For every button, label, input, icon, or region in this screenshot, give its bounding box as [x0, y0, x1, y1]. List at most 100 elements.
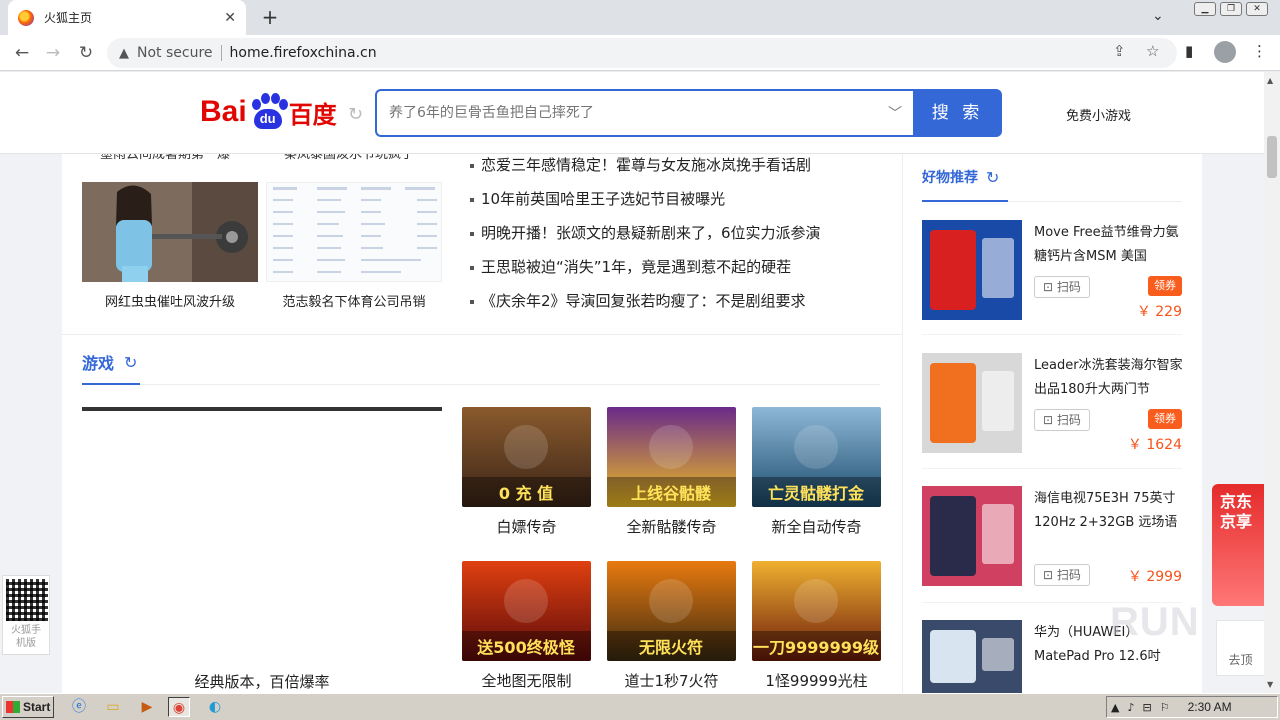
- headline-text[interactable]: 《庆余年2》导演回复张若昀瘦了：不是剧组要求: [481, 290, 806, 312]
- game-tile[interactable]: 亡灵骷髅打金: [752, 407, 881, 507]
- game-caption[interactable]: 1怪99999光柱: [752, 670, 881, 691]
- tab-title: 火狐主页: [44, 11, 93, 25]
- news-thumbnail[interactable]: [266, 182, 442, 282]
- news-headline[interactable]: 10年前英国哈里王子选妃节目被曝光: [470, 188, 821, 222]
- headline-text[interactable]: 恋爱三年感情稳定！霍尊与女友施冰岚挽手看话剧: [481, 154, 811, 176]
- news-thumbnail[interactable]: [82, 182, 258, 282]
- scan-button[interactable]: ⊡ 扫码: [1034, 276, 1090, 298]
- game-caption[interactable]: 道士1秒7火符: [607, 670, 736, 691]
- game-caption[interactable]: 全地图无限制: [462, 670, 591, 691]
- tray-expand-icon[interactable]: ▲: [1111, 701, 1119, 714]
- volume-icon[interactable]: ♪: [1127, 701, 1134, 714]
- mobile-qr-widget[interactable]: 火狐手 机版: [2, 575, 50, 655]
- chevron-down-icon[interactable]: ﹀: [888, 103, 902, 123]
- reload-icon[interactable]: ↻: [74, 41, 98, 65]
- warning-icon[interactable]: ▲: [119, 46, 129, 61]
- chrome-icon[interactable]: ◉: [168, 697, 190, 717]
- news-headline[interactable]: 明晚开播！张颂文的悬疑新剧来了，6位实力派参演: [470, 222, 821, 256]
- product-separator: [922, 468, 1182, 469]
- address-bar[interactable]: ▲ Not secure home.firefoxchina.cn: [107, 38, 1177, 68]
- refresh-icon[interactable]: ↻: [986, 168, 999, 187]
- product-image[interactable]: [922, 220, 1022, 320]
- network-icon[interactable]: ⊟: [1143, 701, 1152, 714]
- game-caption[interactable]: 全新骷髅传奇: [607, 516, 736, 537]
- back-to-top-button[interactable]: 去顶: [1216, 620, 1264, 676]
- product-price: ￥ 2999: [1127, 569, 1182, 585]
- headline-text[interactable]: 10年前英国哈里王子选妃节目被曝光: [481, 188, 725, 210]
- search-header: Bai du 百度 ↻ ﹀ 搜 索 免费小游戏: [0, 72, 1264, 154]
- game-banner-caption[interactable]: 经典版本，百倍爆率: [82, 671, 442, 692]
- minimize-button[interactable]: ▁: [1194, 2, 1216, 16]
- action-center-icon[interactable]: ⚐: [1160, 701, 1170, 714]
- system-tray: ▲ ♪ ⊟ ⚐ 2:30 AM: [1106, 696, 1278, 718]
- ie-icon[interactable]: ⓔ: [68, 697, 90, 717]
- profile-avatar-icon[interactable]: [1214, 41, 1236, 63]
- paw-icon: du: [249, 93, 288, 131]
- refresh-icon[interactable]: ↻: [124, 353, 137, 372]
- news-headline[interactable]: 王思聪被迫“消失”1年，竟是遇到惹不起的硬茬: [470, 256, 821, 290]
- product-name[interactable]: 海信电视75E3H 75英寸 120Hz 2+32GB 远场语: [1034, 487, 1184, 535]
- scrollbar-thumb[interactable]: [1267, 136, 1277, 178]
- any-run-watermark: RUN: [1110, 600, 1200, 644]
- logo-text-cn: 百度: [288, 100, 337, 129]
- game-tile[interactable]: 送500终极怪: [462, 561, 591, 661]
- recommend-title-text: 好物推荐: [922, 170, 978, 186]
- page-scrollbar[interactable]: ▲ ▼: [1264, 72, 1280, 693]
- game-tile[interactable]: 无限火符: [607, 561, 736, 661]
- back-arrow-icon[interactable]: ←: [10, 41, 34, 65]
- search-input[interactable]: [389, 105, 888, 121]
- scan-button[interactable]: ⊡ 扫码: [1034, 409, 1090, 431]
- headline-text[interactable]: 王思聪被迫“消失”1年，竟是遇到惹不起的硬茬: [481, 256, 791, 278]
- scroll-up-icon[interactable]: ▲: [1267, 76, 1273, 85]
- browser-tab[interactable]: 火狐主页 ✕: [8, 0, 246, 35]
- media-player-icon[interactable]: ▶: [136, 697, 158, 717]
- product-art: [922, 220, 1022, 320]
- news-headline-list: 恋爱三年感情稳定！霍尊与女友施冰岚挽手看话剧 10年前英国哈里王子选妃节目被曝光…: [470, 154, 821, 324]
- headline-text[interactable]: 明晚开播！张颂文的悬疑新剧来了，6位实力派参演: [481, 222, 821, 244]
- section-divider: [62, 334, 902, 335]
- free-games-link[interactable]: 免费小游戏: [1066, 105, 1131, 124]
- scroll-down-icon[interactable]: ▼: [1267, 680, 1273, 689]
- jd-ad-banner[interactable]: 京东京享: [1212, 484, 1264, 606]
- tab-search-chevron-icon[interactable]: ⌄: [1152, 8, 1164, 24]
- news-headline[interactable]: 《庆余年2》导演回复张若昀瘦了：不是剧组要求: [470, 290, 821, 324]
- news-headline[interactable]: 恋爱三年感情稳定！霍尊与女友施冰岚挽手看话剧: [470, 154, 821, 188]
- security-label[interactable]: Not secure: [137, 45, 213, 61]
- scan-button[interactable]: ⊡ 扫码: [1034, 564, 1090, 586]
- game-tile[interactable]: 上线谷骷髅: [607, 407, 736, 507]
- product-name[interactable]: Leader冰洗套装海尔智家出品180升大两门节: [1034, 354, 1184, 402]
- bookmark-star-icon[interactable]: ☆: [1146, 42, 1159, 60]
- side-panel-icon[interactable]: ▮: [1185, 42, 1193, 60]
- restore-button[interactable]: ❐: [1220, 2, 1242, 16]
- news-thumbnail-caption[interactable]: 范志毅名下体育公司吊销: [266, 291, 442, 310]
- close-tab-icon[interactable]: ✕: [224, 10, 236, 26]
- new-tab-button[interactable]: +: [258, 5, 282, 29]
- product-image[interactable]: [922, 353, 1022, 453]
- menu-kebab-icon[interactable]: ⋮: [1252, 42, 1267, 60]
- game-banner[interactable]: [82, 407, 442, 411]
- start-button[interactable]: Start: [2, 696, 54, 718]
- clock[interactable]: 2:30 AM: [1188, 700, 1232, 714]
- folder-icon[interactable]: ▭: [102, 697, 124, 717]
- browser-toolbar: ← → ↻ ▲ Not secure home.firefoxchina.cn …: [0, 35, 1280, 71]
- url-text[interactable]: home.firefoxchina.cn: [230, 45, 377, 61]
- product-name[interactable]: Move Free益节维骨力氨糖钙片含MSM 美国: [1034, 221, 1184, 269]
- game-tile[interactable]: 0 充 值: [462, 407, 591, 507]
- news-thumbnail-caption[interactable]: 网红虫虫催吐风波升级: [82, 291, 258, 310]
- product-image[interactable]: [922, 486, 1022, 586]
- game-tile[interactable]: 一刀9999999级: [752, 561, 881, 661]
- qr-code-icon: [6, 579, 48, 621]
- coupon-badge[interactable]: 领券: [1148, 276, 1182, 296]
- close-window-button[interactable]: ✕: [1246, 2, 1268, 16]
- search-button[interactable]: 搜 索: [913, 89, 1002, 137]
- game-caption[interactable]: 新全自动传奇: [752, 516, 881, 537]
- product-image[interactable]: [922, 620, 1022, 693]
- share-icon[interactable]: ⇪: [1113, 42, 1126, 60]
- forward-arrow-icon[interactable]: →: [41, 41, 65, 65]
- game-caption[interactable]: 白嫖传奇: [462, 516, 591, 537]
- search-input-wrapper[interactable]: ﹀: [375, 89, 914, 137]
- edge-icon[interactable]: ◐: [204, 697, 226, 717]
- engine-switch-icon[interactable]: ↻: [348, 104, 363, 125]
- coupon-badge[interactable]: 领券: [1148, 409, 1182, 429]
- baidu-logo[interactable]: Bai du 百度: [200, 90, 337, 134]
